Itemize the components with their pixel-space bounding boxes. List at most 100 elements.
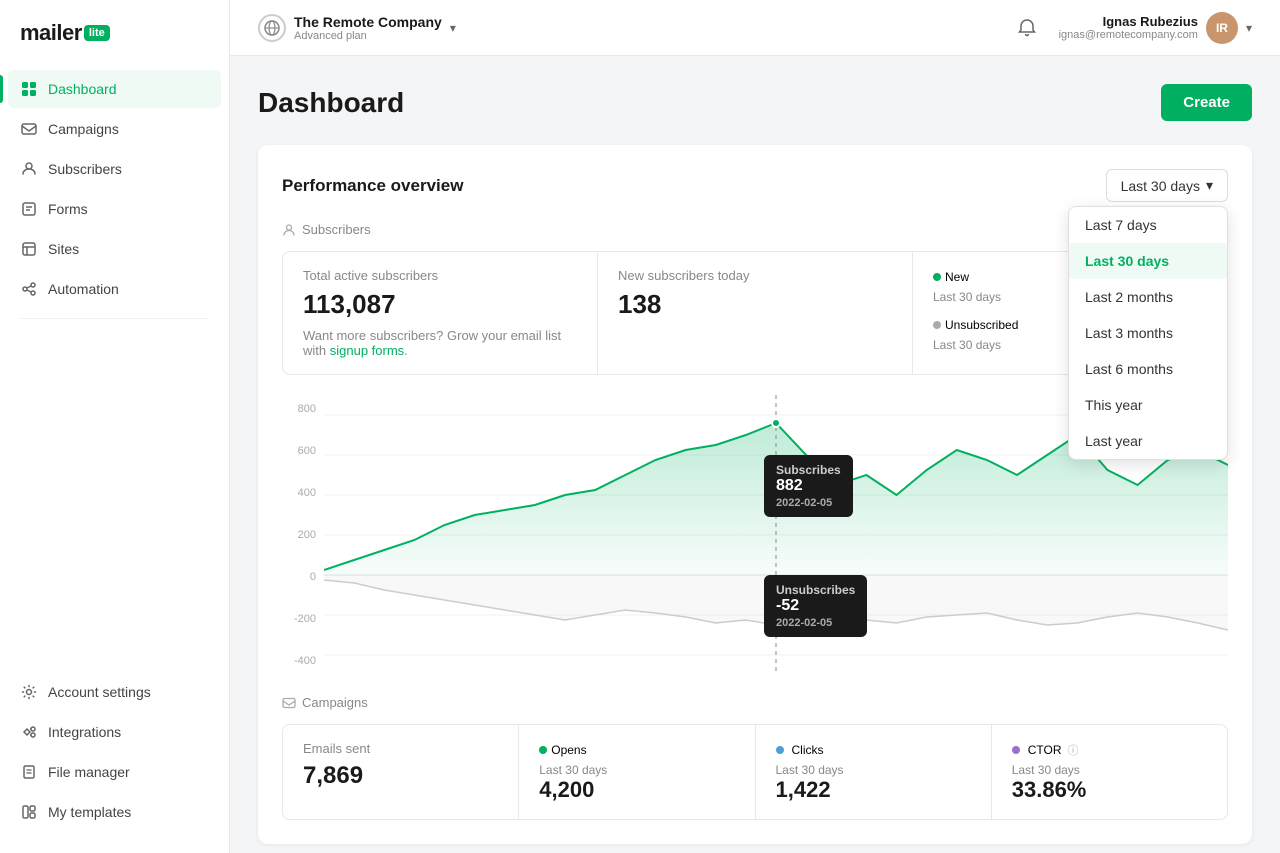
integrations-icon	[20, 723, 38, 741]
new-period-label: New	[945, 270, 969, 284]
file-icon	[20, 763, 38, 781]
ctor-info-icon: ⓘ	[1068, 742, 1079, 758]
chevron-down-icon: ▾	[450, 21, 456, 35]
subscribers-icon	[20, 160, 38, 178]
new-badge: New	[933, 270, 969, 284]
campaigns-section: Campaigns Emails sent 7,869 Opens Last 3…	[282, 695, 1228, 820]
promo-text: Want more subscribers? Grow your email l…	[303, 328, 577, 358]
new-today-label: New subscribers today	[618, 268, 892, 283]
ctor-cell: CTOR ⓘ Last 30 days 33.86%	[992, 725, 1227, 819]
period-chevron-icon: ▾	[1206, 177, 1213, 194]
company-plan: Advanced plan	[294, 30, 442, 42]
y-label-200: 200	[282, 529, 320, 541]
user-menu[interactable]: Ignas Rubezius ignas@remotecompany.com I…	[1059, 12, 1252, 44]
logo: mailerlite	[0, 0, 229, 70]
total-active-value: 113,087	[303, 289, 577, 320]
user-email: ignas@remotecompany.com	[1059, 29, 1198, 41]
new-today-value: 138	[618, 289, 892, 320]
dashboard-icon	[20, 80, 38, 98]
clicks-value: 1,422	[776, 777, 971, 803]
sidebar-item-integrations[interactable]: Integrations	[8, 713, 221, 751]
unsub-period: Last 30 days	[933, 338, 1018, 352]
sidebar-item-campaigns[interactable]: Campaigns	[8, 110, 221, 148]
subscribers-label: Subscribers	[302, 222, 371, 237]
sidebar-item-file-manager[interactable]: File manager	[8, 753, 221, 791]
avatar: IR	[1206, 12, 1238, 44]
company-name: The Remote Company	[294, 14, 442, 30]
clicks-label: Clicks	[792, 743, 824, 757]
ctor-badge: CTOR ⓘ	[1012, 742, 1079, 758]
opens-period: Last 30 days	[539, 763, 734, 777]
sidebar-item-label: File manager	[48, 764, 130, 780]
y-label-neg400: -400	[282, 655, 320, 667]
sidebar-bottom: Account settings Integrations File manag…	[0, 665, 229, 853]
automation-icon	[20, 280, 38, 298]
y-label-0: 0	[282, 571, 320, 583]
sidebar-item-my-templates[interactable]: My templates	[8, 793, 221, 831]
card-header: Performance overview Last 30 days ▾ Last…	[282, 169, 1228, 202]
sidebar-item-label: My templates	[48, 804, 131, 820]
dropdown-item-2months[interactable]: Last 2 months	[1069, 279, 1227, 315]
templates-icon	[20, 803, 38, 821]
clicks-cell: Clicks Last 30 days 1,422	[756, 725, 992, 819]
emails-sent-value: 7,869	[303, 762, 498, 790]
content-area: Dashboard Create Performance overview La…	[230, 56, 1280, 853]
unsub-badge: Unsubscribed	[933, 318, 1018, 332]
clicks-blue-dot	[776, 746, 784, 754]
emails-sent-cell: Emails sent 7,869	[283, 725, 519, 819]
emails-sent-label: Emails sent	[303, 741, 498, 756]
green-dot-icon	[933, 273, 941, 281]
settings-icon	[20, 683, 38, 701]
gray-dot-icon	[933, 321, 941, 329]
sidebar-item-label: Dashboard	[48, 81, 117, 97]
period-selector: Last 30 days ▾ Last 7 days Last 30 days …	[1106, 169, 1228, 202]
period-dropdown-button[interactable]: Last 30 days ▾	[1106, 169, 1228, 202]
period-label: Last 30 days	[1121, 178, 1200, 194]
sidebar-item-forms[interactable]: Forms	[8, 190, 221, 228]
opens-value: 4,200	[539, 777, 734, 803]
sites-icon	[20, 240, 38, 258]
company-details: The Remote Company Advanced plan	[294, 14, 442, 42]
sidebar-item-account-settings[interactable]: Account settings	[8, 673, 221, 711]
y-label-400: 400	[282, 487, 320, 499]
sidebar-item-label: Campaigns	[48, 121, 119, 137]
page-title: Dashboard	[258, 87, 404, 119]
sidebar-item-subscribers[interactable]: Subscribers	[8, 150, 221, 188]
sidebar-item-sites[interactable]: Sites	[8, 230, 221, 268]
campaigns-stats-row: Emails sent 7,869 Opens Last 30 days 4,2…	[282, 724, 1228, 820]
signup-forms-link[interactable]: signup forms	[330, 343, 404, 358]
sidebar-item-label: Forms	[48, 201, 88, 217]
total-active-label: Total active subscribers	[303, 268, 577, 283]
performance-title: Performance overview	[282, 176, 463, 196]
logo-badge: lite	[84, 25, 110, 41]
create-button[interactable]: Create	[1161, 84, 1252, 121]
sidebar-item-label: Automation	[48, 281, 119, 297]
ctor-purple-dot	[1012, 746, 1020, 754]
main-area: The Remote Company Advanced plan ▾ Ignas…	[230, 0, 1280, 853]
new-today-cell: New subscribers today 138	[598, 252, 913, 374]
sidebar-divider	[20, 318, 209, 319]
sidebar-item-label: Sites	[48, 241, 79, 257]
notifications-button[interactable]	[1011, 12, 1043, 44]
dropdown-item-3months[interactable]: Last 3 months	[1069, 315, 1227, 351]
user-name: Ignas Rubezius	[1059, 14, 1198, 29]
clicks-badge: Clicks	[776, 743, 824, 757]
opens-green-dot	[539, 746, 547, 754]
dropdown-item-7days[interactable]: Last 7 days	[1069, 207, 1227, 243]
campaigns-section-label: Campaigns	[282, 695, 1228, 710]
page-header: Dashboard Create	[258, 84, 1252, 121]
opens-label: Opens	[551, 743, 586, 757]
top-header: The Remote Company Advanced plan ▾ Ignas…	[230, 0, 1280, 56]
dropdown-item-lastyear[interactable]: Last year	[1069, 423, 1227, 459]
sidebar-item-automation[interactable]: Automation	[8, 270, 221, 308]
logo-text: mailer	[20, 20, 82, 46]
dropdown-item-6months[interactable]: Last 6 months	[1069, 351, 1227, 387]
sidebar-item-label: Subscribers	[48, 161, 122, 177]
performance-card: Performance overview Last 30 days ▾ Last…	[258, 145, 1252, 844]
dropdown-item-30days[interactable]: Last 30 days	[1069, 243, 1227, 279]
company-selector[interactable]: The Remote Company Advanced plan ▾	[258, 14, 456, 42]
sidebar-item-dashboard[interactable]: Dashboard	[8, 70, 221, 108]
dropdown-item-thisyear[interactable]: This year	[1069, 387, 1227, 423]
main-nav: Dashboard Campaigns Subscribers Forms Si…	[0, 70, 229, 665]
user-chevron-icon: ▾	[1246, 21, 1252, 35]
